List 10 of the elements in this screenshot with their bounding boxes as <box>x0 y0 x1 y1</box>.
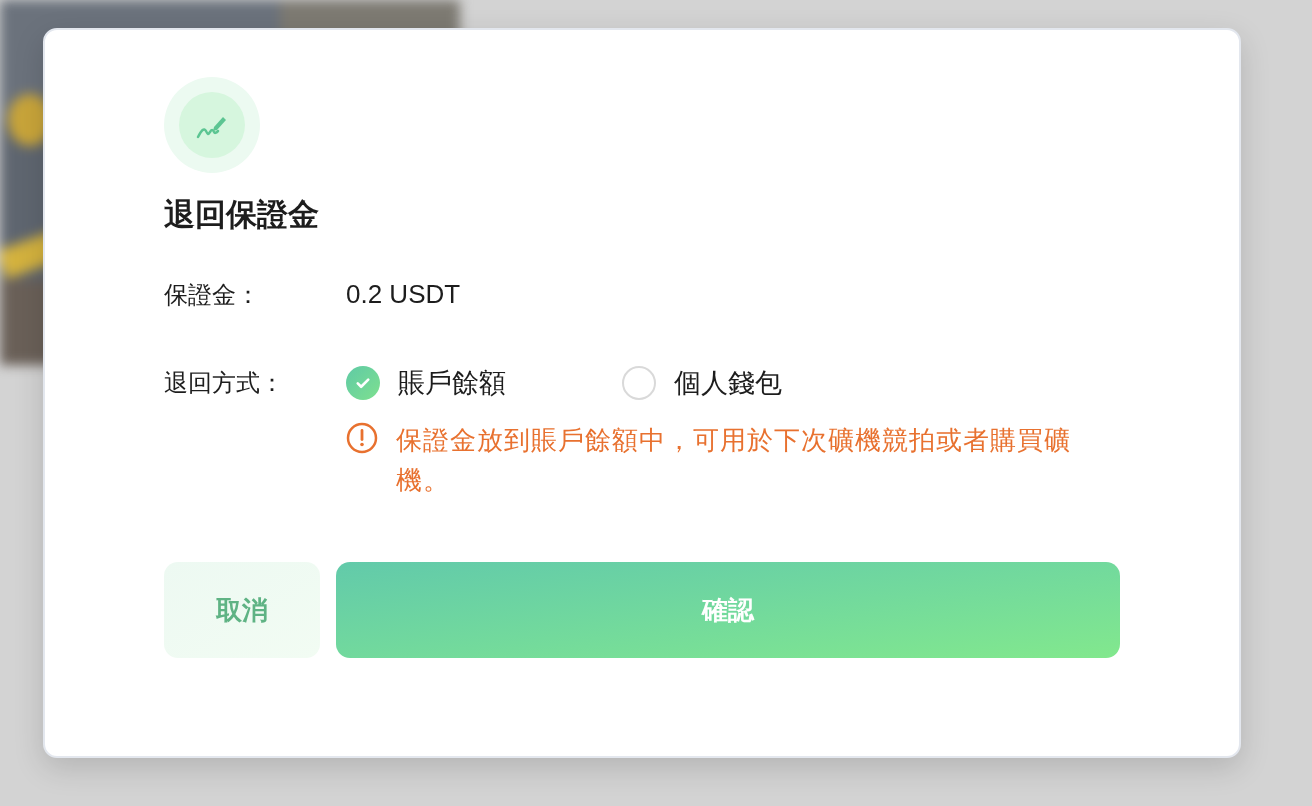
deposit-label: 保證金： <box>164 279 261 310</box>
dialog-title: 退回保證金 <box>164 196 320 234</box>
method-label: 退回方式： <box>164 368 285 398</box>
radio-unchecked[interactable] <box>622 366 656 400</box>
deposit-value: 0.2 USDT <box>346 278 461 311</box>
radio-checked[interactable] <box>346 366 380 400</box>
notice-text: 保證金放到賬戶餘額中，可用於下次礦機競拍或者購買礦機。 <box>396 424 1072 497</box>
radio-label[interactable]: 賬戶餘額 <box>398 366 506 400</box>
warning-icon <box>346 422 378 454</box>
radio-label[interactable]: 個人錢包 <box>674 366 782 400</box>
